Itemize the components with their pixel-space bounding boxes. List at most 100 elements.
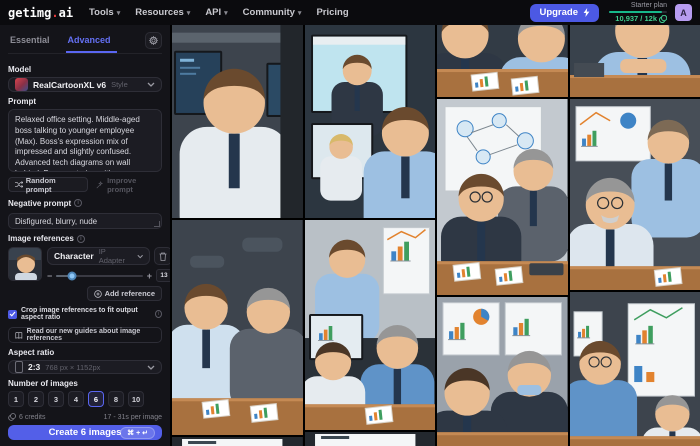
getimg-app: getimg.ai Tools ▾ Resources ▾ API ▾ Communi… xyxy=(0,0,700,446)
main-nav: Tools ▾ Resources ▾ API ▾ Community ▾ Pricin… xyxy=(89,7,530,18)
credits-cost: 6 credits xyxy=(19,413,46,421)
gallery-column-4 xyxy=(569,25,700,446)
gallery xyxy=(170,25,700,446)
count-option-2[interactable]: 2 xyxy=(28,391,44,408)
nav-resources[interactable]: Resources ▾ xyxy=(135,7,190,18)
model-label: Model xyxy=(8,65,32,74)
crop-references-checkbox[interactable] xyxy=(8,309,17,319)
lightning-bolt-icon xyxy=(583,8,590,17)
upgrade-button[interactable]: Upgrade xyxy=(530,3,599,22)
crop-references-label: Crop image references to fit output aspe… xyxy=(21,307,138,322)
prompt-textarea[interactable]: Relaxed office setting. Middle-aged boss… xyxy=(8,109,162,172)
user-avatar[interactable]: A xyxy=(675,4,692,21)
chevron-down-icon xyxy=(136,254,143,259)
tab-essential[interactable]: Essential xyxy=(8,31,56,53)
generated-image[interactable] xyxy=(172,220,303,435)
generated-image[interactable] xyxy=(569,25,700,97)
random-prompt-button[interactable]: Random prompt xyxy=(8,176,89,194)
resize-handle[interactable] xyxy=(154,221,160,228)
generated-image[interactable] xyxy=(304,432,435,446)
create-images-button[interactable]: Create 6 images ⌘ + ↵ xyxy=(8,425,162,440)
plan-usage: Starter plan 10,937 / 12k xyxy=(609,2,667,23)
reference-type-badge: IP Adapter xyxy=(98,247,125,266)
generated-image[interactable] xyxy=(304,220,435,430)
crop-references-option: Crop image references to fit output aspe… xyxy=(8,307,162,321)
count-option-10[interactable]: 10 xyxy=(128,391,144,408)
info-icon[interactable]: i xyxy=(155,310,162,319)
coin-icon xyxy=(8,413,16,421)
gallery-column-3 xyxy=(437,25,568,446)
generated-image[interactable] xyxy=(569,292,700,446)
negative-prompt-input[interactable] xyxy=(8,213,162,230)
generated-image[interactable] xyxy=(304,25,435,218)
mode-tabs: Essential Advanced xyxy=(8,31,162,54)
getimg-logo[interactable]: getimg.ai xyxy=(8,6,73,20)
chevron-down-icon xyxy=(147,82,155,87)
tab-advanced[interactable]: Advanced xyxy=(65,31,117,53)
gallery-column-1 xyxy=(172,25,303,446)
magic-wand-icon xyxy=(96,180,104,188)
nav-community[interactable]: Community ▾ xyxy=(243,7,302,18)
count-option-8[interactable]: 8 xyxy=(108,391,124,408)
nav-pricing[interactable]: Pricing xyxy=(316,7,348,18)
decrease-weight-button[interactable]: − xyxy=(47,271,52,281)
generated-image[interactable] xyxy=(437,99,568,295)
model-style-badge: Style xyxy=(111,80,128,89)
add-reference-label: Add reference xyxy=(104,289,155,299)
reference-face-image xyxy=(9,248,41,281)
number-of-images-label: Number of images xyxy=(8,379,78,389)
nav-tools[interactable]: Tools ▾ xyxy=(89,7,120,18)
nav-api[interactable]: API ▾ xyxy=(205,7,227,18)
improve-prompt-button[interactable]: Improve prompt xyxy=(96,176,162,194)
gear-icon xyxy=(149,35,158,45)
settings-button[interactable] xyxy=(145,31,162,49)
increase-weight-button[interactable]: + xyxy=(147,271,152,281)
plus-circle-icon xyxy=(93,289,102,298)
add-reference-button[interactable]: Add reference xyxy=(86,286,162,302)
plan-name: Starter plan xyxy=(630,2,667,9)
chevron-down-icon: ▾ xyxy=(186,9,191,17)
credits-progress-bar xyxy=(609,11,667,13)
logo-text: getimg xyxy=(8,5,52,20)
count-option-4[interactable]: 4 xyxy=(68,391,84,408)
trash-icon xyxy=(159,252,167,261)
top-navigation-bar: getimg.ai Tools ▾ Resources ▾ API ▾ Communi… xyxy=(0,0,700,25)
reference-type-select[interactable]: Character IP Adapter xyxy=(47,247,150,266)
generated-image[interactable] xyxy=(437,297,568,446)
info-icon[interactable]: i xyxy=(76,234,85,243)
keyboard-shortcut-badge: ⌘ + ↵ xyxy=(120,426,155,439)
aspect-ratio-select[interactable]: 2:3 768 px × 1152px xyxy=(8,360,162,375)
slider-knob[interactable] xyxy=(67,271,77,281)
check-icon xyxy=(9,311,16,317)
nav-resources-label: Resources xyxy=(135,7,184,18)
reference-type-value: Character xyxy=(54,251,94,262)
info-icon[interactable]: i xyxy=(74,199,83,208)
weight-slider[interactable] xyxy=(56,271,143,281)
generated-image[interactable] xyxy=(569,99,700,290)
count-option-1[interactable]: 1 xyxy=(8,391,24,408)
reference-thumbnail[interactable] xyxy=(8,247,42,282)
coin-icon xyxy=(659,15,667,23)
aspect-ratio-label: Aspect ratio xyxy=(8,348,55,358)
weight-value[interactable]: 13 xyxy=(155,269,170,283)
nav-api-label: API xyxy=(205,7,222,18)
guides-banner[interactable]: Read our new guides about image referenc… xyxy=(8,327,162,344)
generation-settings-sidebar: Essential Advanced Model RealCartoonXL v… xyxy=(0,25,170,446)
image-count-options: 1 2 3 4 6 8 10 xyxy=(8,391,162,408)
generated-image[interactable] xyxy=(172,437,303,446)
logo-suffix: ai xyxy=(58,5,74,20)
generated-image[interactable] xyxy=(172,25,303,218)
book-icon xyxy=(15,331,23,339)
time-estimate: 17 - 31s per image xyxy=(103,413,162,421)
aspect-ratio-dimensions: 768 px × 1152px xyxy=(45,362,101,372)
model-select[interactable]: RealCartoonXL v6 Style xyxy=(8,77,162,92)
chevron-down-icon: ▾ xyxy=(224,9,228,17)
delete-reference-button[interactable] xyxy=(153,247,170,266)
count-option-6[interactable]: 6 xyxy=(88,391,104,408)
nav-community-label: Community xyxy=(242,7,295,18)
reference-weight-slider-row: − + 13 xyxy=(47,269,170,283)
count-option-3[interactable]: 3 xyxy=(48,391,64,408)
generated-image[interactable] xyxy=(437,25,568,97)
model-thumbnail-icon xyxy=(15,78,28,91)
chevron-down-icon xyxy=(147,365,155,370)
